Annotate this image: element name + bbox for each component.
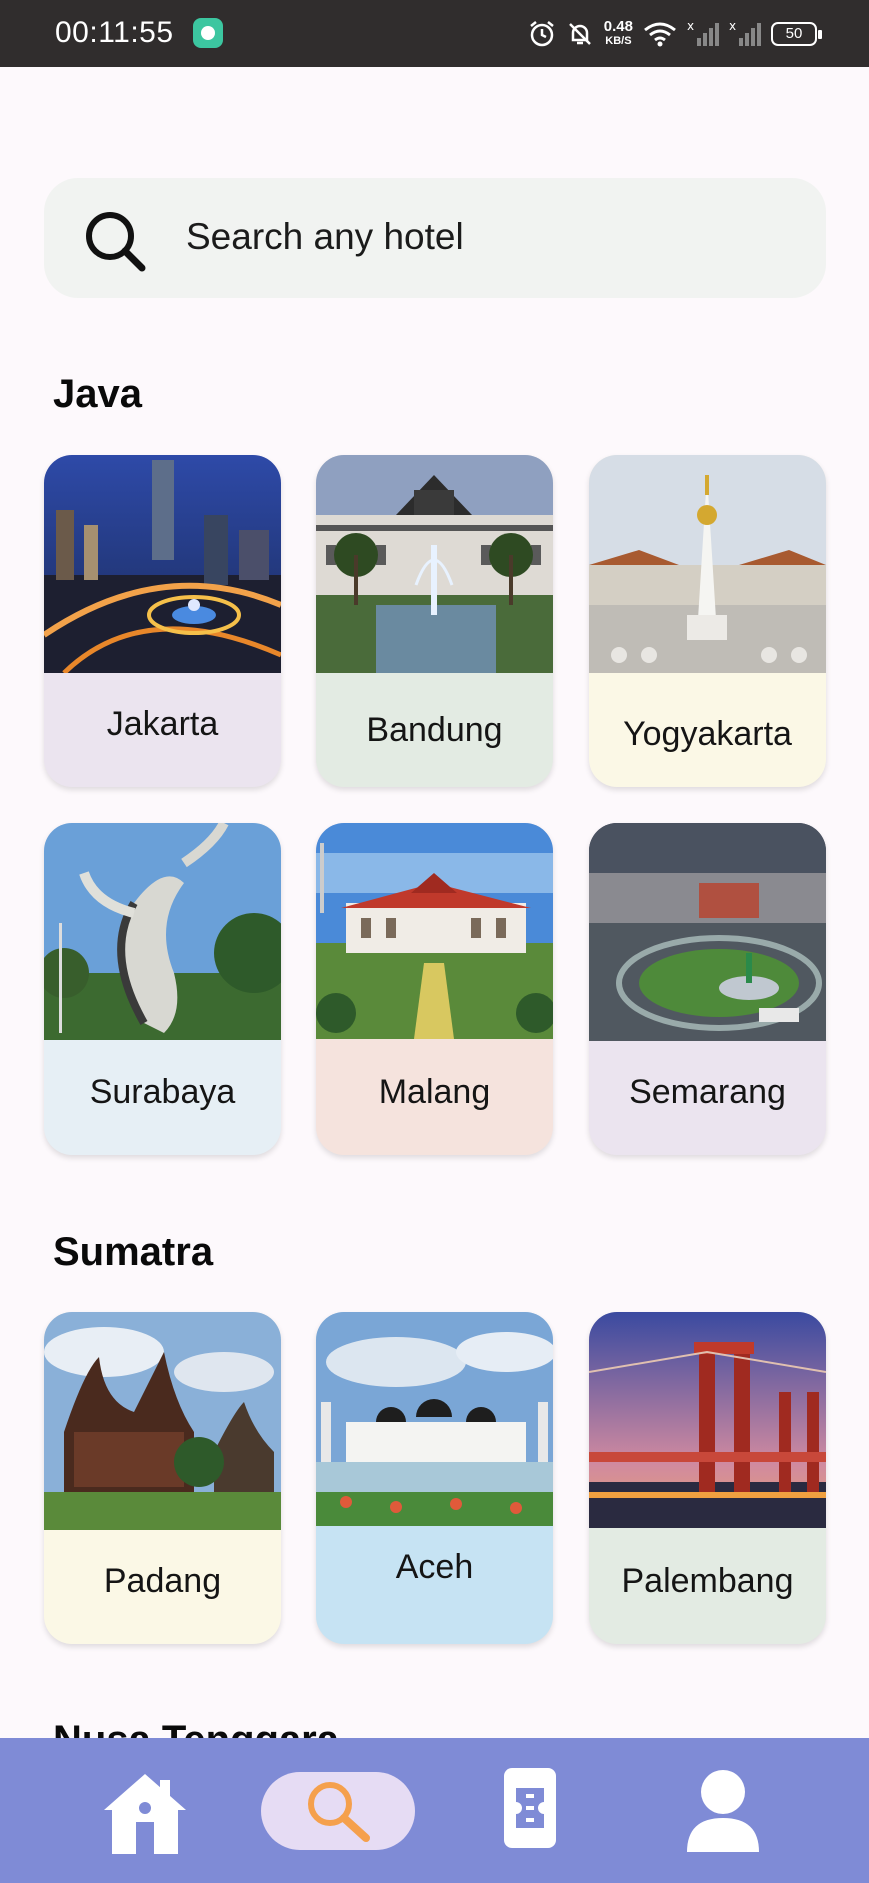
- booking-icon: [504, 1768, 556, 1848]
- signal-icon-1: x: [687, 20, 719, 46]
- profile-icon: [687, 1770, 759, 1852]
- nav-profile[interactable]: [685, 1768, 761, 1857]
- network-speed: 0.48 KB/S: [604, 19, 633, 49]
- surabaya-image: [44, 823, 281, 1041]
- section-title-java: Java: [53, 372, 142, 416]
- svg-text:x: x: [729, 20, 736, 33]
- city-label-aceh: Aceh: [395, 1548, 474, 1586]
- search-icon: [308, 1782, 370, 1842]
- nav-home[interactable]: [100, 1770, 190, 1861]
- section-title-sumatra: Sumatra: [53, 1230, 214, 1274]
- search-icon: [86, 212, 146, 272]
- city-card-aceh[interactable]: Aceh: [316, 1312, 553, 1644]
- city-label-bandung: Bandung: [366, 711, 503, 749]
- city-card-yogyakarta[interactable]: Yogyakarta: [589, 455, 826, 787]
- notification-app-icon: [193, 18, 223, 48]
- city-label-palembang: Palembang: [621, 1562, 794, 1600]
- padang-image: [44, 1312, 281, 1530]
- city-card-palembang[interactable]: Palembang: [589, 1312, 826, 1644]
- search-bar[interactable]: Search any hotel: [44, 178, 826, 298]
- city-label-yogyakarta: Yogyakarta: [623, 715, 792, 753]
- nav-search[interactable]: [304, 1778, 374, 1849]
- battery-indicator: 50: [771, 22, 822, 46]
- city-card-jakarta[interactable]: Jakarta: [44, 455, 281, 787]
- city-label-malang: Malang: [378, 1073, 491, 1111]
- city-card-malang[interactable]: Malang: [316, 823, 553, 1155]
- city-label-surabaya: Surabaya: [89, 1073, 236, 1111]
- bottom-navigation: [0, 1738, 869, 1883]
- city-label-padang: Padang: [103, 1562, 222, 1600]
- city-label-semarang: Semarang: [629, 1073, 786, 1111]
- search-input[interactable]: Search any hotel: [186, 216, 464, 258]
- nav-bookings[interactable]: [504, 1768, 556, 1853]
- city-card-padang[interactable]: Padang: [44, 1312, 281, 1644]
- semarang-image: [589, 823, 826, 1041]
- jakarta-image: [44, 455, 281, 673]
- city-card-surabaya[interactable]: Surabaya: [44, 823, 281, 1155]
- aceh-image: [316, 1312, 553, 1530]
- mute-bell-icon: [568, 23, 591, 45]
- net-speed-unit: KB/S: [605, 35, 632, 47]
- malang-image: [316, 823, 553, 1041]
- city-label-jakarta: Jakarta: [106, 705, 219, 743]
- city-card-bandung[interactable]: Bandung: [316, 455, 553, 787]
- section-title-nusa-tenggara: Nusa Tenggara: [53, 1718, 339, 1738]
- net-speed-value: 0.48: [603, 18, 633, 35]
- bandung-image: [316, 455, 553, 673]
- city-card-semarang[interactable]: Semarang: [589, 823, 826, 1155]
- wifi-icon: [644, 22, 676, 47]
- status-bar: 00:11:55 0.48 KB/S x x 50: [0, 0, 869, 67]
- home-icon: [104, 1774, 186, 1854]
- palembang-image: [589, 1312, 826, 1530]
- status-time: 00:11:55: [55, 16, 174, 49]
- alarm-icon: [530, 21, 554, 47]
- status-icons: 0.48 KB/S x x 50: [528, 14, 822, 54]
- signal-icon-2: x: [729, 20, 761, 46]
- svg-text:x: x: [687, 20, 694, 33]
- yogyakarta-image: [589, 455, 826, 673]
